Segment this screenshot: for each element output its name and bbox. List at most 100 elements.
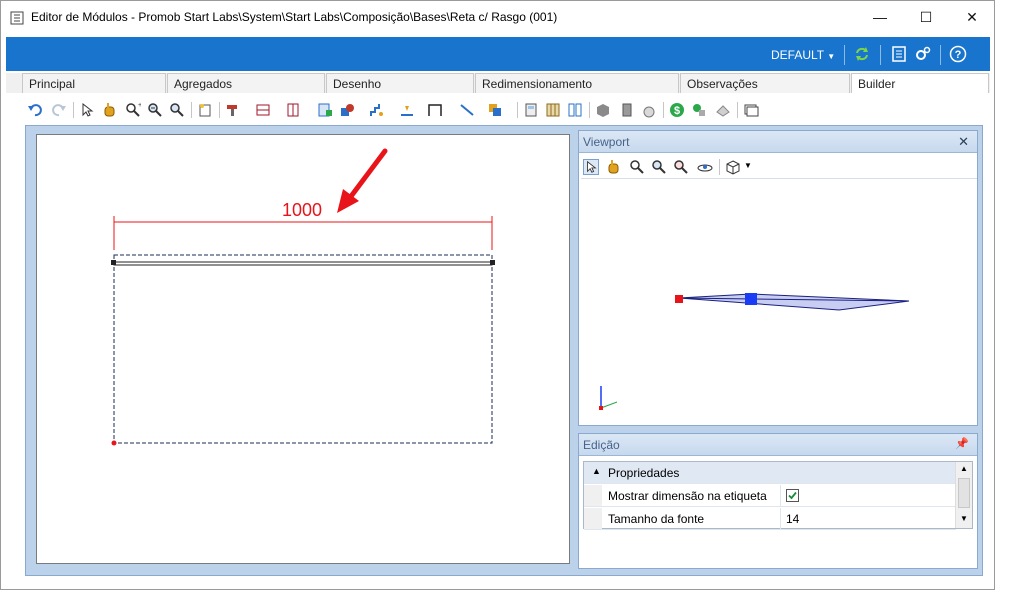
model-3d — [678, 293, 910, 311]
toolbar-separator — [191, 102, 192, 118]
paint-icon[interactable] — [225, 102, 241, 118]
money-bag-icon[interactable] — [641, 102, 657, 118]
app-icon — [10, 11, 24, 25]
module-top-edge[interactable] — [113, 261, 493, 266]
chevron-down-icon[interactable]: ▼ — [744, 161, 752, 170]
undo-icon[interactable] — [27, 102, 43, 118]
viewport-close-button[interactable]: ✕ — [958, 134, 969, 150]
shelf-icon[interactable] — [255, 102, 271, 118]
title-bar: Editor de Módulos - Promob Start Labs\Sy… — [1, 1, 994, 35]
maximize-button[interactable]: ☐ — [903, 1, 949, 33]
property-scrollbar[interactable]: ▲ ▼ — [955, 462, 972, 528]
door-icon[interactable] — [285, 102, 301, 118]
pin-icon[interactable]: 📌 — [955, 437, 969, 450]
measure-icon[interactable] — [399, 102, 415, 118]
grid-icon[interactable] — [545, 102, 561, 118]
catalog-icon[interactable] — [890, 45, 908, 63]
frame-icon[interactable] — [427, 102, 443, 118]
viewport-title: Viewport — [583, 135, 630, 149]
minimize-button[interactable]: — — [857, 1, 903, 33]
tab-redimensionamento[interactable]: Redimensionamento — [475, 73, 679, 93]
annotation-arrow — [346, 148, 388, 202]
help-icon[interactable]: ? — [949, 45, 967, 63]
toolbar-separator — [663, 102, 664, 118]
insert-icon[interactable] — [317, 102, 333, 118]
scroll-thumb[interactable] — [958, 478, 970, 508]
stairs-icon[interactable] — [369, 102, 385, 118]
ribbon-bar: DEFAULT ▼ ? — [6, 37, 990, 71]
refresh-icon[interactable] — [853, 45, 871, 63]
tab-strip: Principal Agregados Desenho Redimensiona… — [6, 73, 990, 93]
settings-icon[interactable] — [914, 45, 932, 63]
toolbar-separator — [589, 102, 590, 118]
chevron-down-icon: ▼ — [827, 52, 836, 61]
toolbar-separator — [219, 102, 220, 118]
viewport-panel: Viewport ✕ ▼ — [578, 130, 978, 426]
axis-y — [600, 401, 618, 409]
model-grip-red[interactable] — [675, 295, 683, 303]
line-icon[interactable] — [459, 102, 475, 118]
drawing-canvas[interactable]: 1000 — [36, 134, 570, 564]
close-button[interactable]: ✕ — [949, 1, 995, 33]
property-row[interactable]: Mostrar dimensão na etiqueta — [584, 485, 956, 507]
new-icon[interactable] — [197, 102, 213, 118]
zoom-out-icon[interactable] — [169, 102, 185, 118]
font-size-value[interactable]: 14 — [786, 512, 799, 526]
select-icon[interactable] — [583, 159, 599, 175]
toolbar-separator — [737, 102, 738, 118]
zoom-in-icon[interactable] — [147, 102, 163, 118]
editor-window: Editor de Módulos - Promob Start Labs\Sy… — [0, 0, 995, 590]
pan-icon[interactable] — [605, 159, 621, 175]
show-dimension-checkbox[interactable] — [786, 489, 799, 502]
toolbar-separator — [517, 102, 518, 118]
dollar-icon[interactable]: $ — [669, 102, 685, 118]
box-icon[interactable] — [619, 102, 635, 118]
tab-agregados[interactable]: Agregados — [167, 73, 325, 93]
ribbon-separator — [880, 45, 881, 65]
zoom-in-icon[interactable] — [651, 159, 667, 175]
tab-principal[interactable]: Principal — [22, 73, 166, 93]
edicao-panel: Edição 📌 ▲ Propriedades Mostrar dimensão… — [578, 433, 978, 569]
view-cube-icon[interactable] — [725, 159, 741, 175]
monitor-icon[interactable] — [743, 102, 759, 118]
orbit-icon[interactable] — [697, 159, 713, 175]
exchange-icon[interactable] — [691, 102, 707, 118]
tab-desenho[interactable]: Desenho — [326, 73, 474, 93]
redo-icon[interactable] — [51, 102, 67, 118]
viewport-3d[interactable] — [579, 180, 977, 425]
toolbar-separator — [73, 102, 74, 118]
model-grip-blue[interactable] — [745, 293, 757, 305]
eraser-icon[interactable] — [715, 102, 731, 118]
property-row[interactable]: Tamanho da fonte 14 — [584, 508, 956, 530]
ribbon-separator — [940, 45, 941, 65]
module-outline[interactable] — [113, 254, 493, 444]
tab-builder[interactable]: Builder — [851, 73, 989, 93]
window-title: Editor de Módulos - Promob Start Labs\Sy… — [31, 10, 558, 24]
dimension-label: 1000 — [282, 200, 323, 220]
pan-icon[interactable] — [101, 102, 117, 118]
calculator-icon[interactable] — [523, 102, 539, 118]
color-icon[interactable] — [487, 102, 503, 118]
profile-dropdown[interactable]: DEFAULT ▼ — [771, 48, 835, 62]
zoom-out-icon[interactable] — [673, 159, 689, 175]
grip-right[interactable] — [490, 260, 495, 265]
grip-left[interactable] — [111, 260, 116, 265]
rotate-icon[interactable] — [339, 102, 355, 118]
viewport-header: Viewport ✕ — [579, 131, 977, 153]
scroll-up-icon[interactable]: ▲ — [960, 464, 968, 473]
zoom-window-icon[interactable] — [629, 159, 645, 175]
select-icon[interactable] — [79, 102, 95, 118]
properties-group-header[interactable]: ▲ Propriedades — [584, 462, 956, 484]
cube-icon[interactable] — [595, 102, 611, 118]
property-name: Tamanho da fonte — [608, 512, 705, 526]
ribbon-separator — [844, 45, 845, 65]
profile-label: DEFAULT — [771, 48, 824, 62]
tab-observacoes[interactable]: Observações — [680, 73, 850, 93]
toolbar-separator — [719, 159, 720, 175]
axis-origin — [599, 406, 603, 410]
zoom-window-icon[interactable]: + — [125, 102, 141, 118]
scroll-down-icon[interactable]: ▼ — [960, 514, 968, 523]
split-icon[interactable] — [567, 102, 583, 118]
group-label: Propriedades — [608, 466, 680, 480]
collapse-icon[interactable]: ▲ — [592, 466, 601, 476]
